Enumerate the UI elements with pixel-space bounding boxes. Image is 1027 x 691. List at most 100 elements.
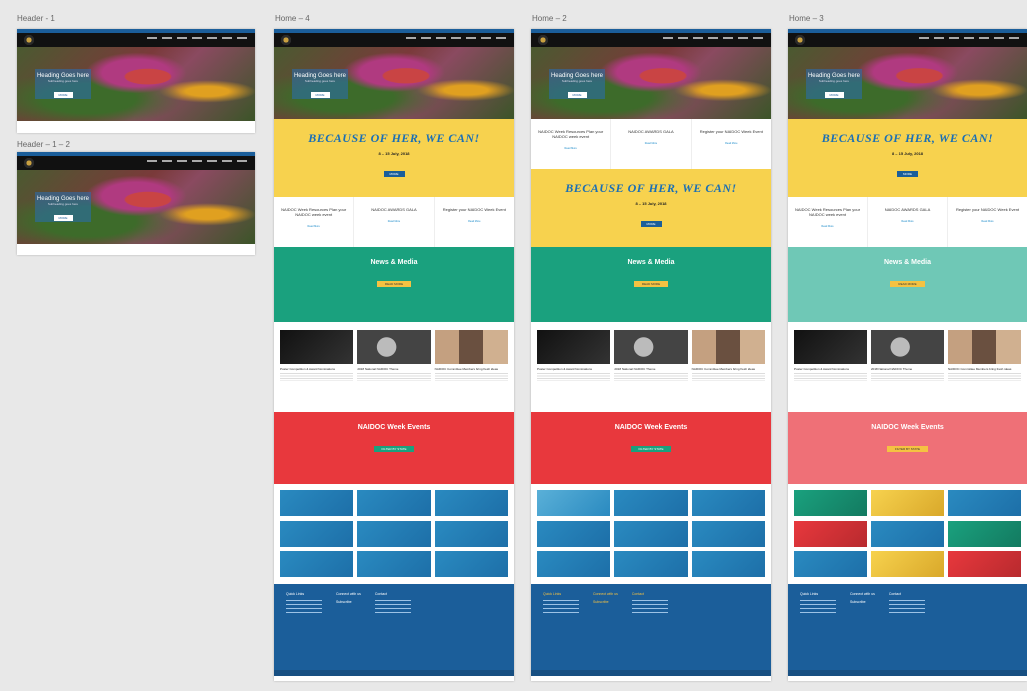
event-card[interactable]	[434, 551, 508, 578]
news-item-title: Poster Competition & Award Nominations	[794, 367, 849, 371]
event-card[interactable]	[948, 520, 1021, 547]
event-card[interactable]	[357, 490, 431, 516]
news-item[interactable]: NAIDOC Committee Members bring fresh ide…	[691, 330, 765, 406]
events-text	[334, 434, 454, 437]
filter-by-state-button[interactable]: FILTER BY STATE	[887, 446, 928, 452]
artboard-home-2[interactable]: Heading Goes here Subheading goes here M…	[531, 29, 771, 681]
event-card[interactable]	[357, 551, 431, 578]
hero-banner: Heading Goes here Subheading goes here M…	[531, 47, 771, 119]
theme-date: 8 – 15 July, 2018	[635, 201, 667, 206]
theme-text	[591, 209, 711, 212]
event-card[interactable]	[537, 520, 611, 547]
artboard-label-home-4: Home – 4	[275, 14, 310, 23]
hero-more-button[interactable]: MORE	[824, 92, 844, 98]
event-card[interactable]	[434, 520, 508, 547]
card[interactable]: NAIDOC Week Resources Plan your NAIDOC w…	[274, 197, 355, 247]
theme-more-button[interactable]: MORE	[897, 171, 918, 177]
hero-more-button[interactable]: MORE	[53, 92, 73, 98]
event-card[interactable]	[357, 520, 431, 547]
theme-more-button[interactable]: MORE	[640, 221, 662, 227]
card-link[interactable]: Read More	[535, 147, 606, 150]
hero-subtitle: Subheading goes here	[304, 79, 336, 83]
news-read-more-button[interactable]: READ MORE	[890, 281, 925, 287]
news-item[interactable]: Poster Competition & Award Nominations	[280, 330, 354, 406]
event-card[interactable]	[614, 490, 688, 516]
event-card[interactable]	[280, 490, 354, 516]
news-image	[434, 330, 508, 364]
event-card[interactable]	[691, 551, 765, 578]
footer-contact-heading: Contact	[888, 592, 901, 596]
news-read-more-button[interactable]: READ MORE	[376, 281, 412, 287]
event-card[interactable]	[614, 520, 688, 547]
card[interactable]: Register your NAIDOC Week Event Read More	[692, 119, 771, 169]
event-card[interactable]	[948, 551, 1021, 578]
hero-banner: Heading Goes here Subheading goes here M…	[788, 47, 1027, 119]
card-link[interactable]: Read More	[439, 220, 510, 223]
news-item[interactable]: 2018 National NAIDOC Theme	[614, 330, 688, 406]
footer-contact-heading: Contact	[631, 592, 644, 596]
theme-more-button[interactable]: MORE	[383, 171, 405, 177]
card-link[interactable]: Read More	[278, 225, 349, 228]
event-card[interactable]	[280, 551, 354, 578]
event-card[interactable]	[280, 520, 354, 547]
card-title: Register your NAIDOC Week Event	[442, 207, 506, 212]
card[interactable]: NAIDOC Week Resources Plan your NAIDOC w…	[788, 197, 868, 247]
card[interactable]: NAIDOC AWARDS GALA Read More	[868, 197, 948, 247]
hero-subtitle: Subheading goes here	[818, 79, 850, 83]
event-card[interactable]	[691, 520, 765, 547]
hero-more-button[interactable]: MORE	[310, 92, 330, 98]
hero-more-button[interactable]: MORE	[53, 215, 73, 221]
event-card[interactable]	[537, 551, 611, 578]
filter-by-state-button[interactable]: FILTER BY STATE	[373, 446, 415, 452]
card-link[interactable]: Read More	[358, 220, 429, 223]
artboard-home-3[interactable]: Heading Goes here Subheading goes here M…	[788, 29, 1027, 681]
news-item[interactable]: 2018 National NAIDOC Theme	[357, 330, 431, 406]
card-title: NAIDOC Week Resources Plan your NAIDOC w…	[281, 207, 347, 217]
card-link[interactable]: Read More	[872, 220, 943, 223]
event-card[interactable]	[871, 490, 944, 516]
card-link[interactable]: Read More	[615, 142, 686, 145]
footer-subscribe-heading: Subscribe	[850, 600, 866, 604]
news-item[interactable]: NAIDOC Committee Members bring fresh ide…	[948, 330, 1021, 406]
nav-links	[406, 37, 506, 39]
card-link[interactable]: Read More	[696, 142, 767, 145]
footer-bottom-bar	[274, 670, 514, 676]
card[interactable]: Register your NAIDOC Week Event Read More	[948, 197, 1027, 247]
news-item[interactable]: NAIDOC Committee Members bring fresh ide…	[434, 330, 508, 406]
event-card[interactable]	[871, 551, 944, 578]
artboard-header-1[interactable]: Heading Goes here Subheading goes here M…	[17, 29, 255, 133]
card[interactable]: Register your NAIDOC Week Event Read More	[435, 197, 514, 247]
news-item-title: 2018 National NAIDOC Theme	[357, 367, 399, 371]
event-card[interactable]	[794, 490, 867, 516]
news-list: Poster Competition & Award Nominations 2…	[531, 322, 771, 412]
card-link[interactable]: Read More	[792, 225, 863, 228]
artboard-header-1-2[interactable]: Heading Goes here Subheading goes here M…	[17, 152, 255, 255]
event-card[interactable]	[871, 520, 944, 547]
event-card[interactable]	[794, 551, 867, 578]
card[interactable]: NAIDOC AWARDS GALA Read More	[611, 119, 692, 169]
footer: Quick Links Connect with us Subscribe Con…	[788, 584, 1027, 676]
card[interactable]: NAIDOC Week Resources Plan your NAIDOC w…	[531, 119, 612, 169]
event-card[interactable]	[537, 490, 611, 516]
event-card[interactable]	[691, 490, 765, 516]
news-item[interactable]: Poster Competition & Award Nominations	[537, 330, 611, 406]
event-card[interactable]	[614, 551, 688, 578]
news-title: News & Media	[370, 259, 418, 266]
hero-more-button[interactable]: MORE	[567, 92, 587, 98]
filter-by-state-button[interactable]: FILTER BY STATE	[630, 446, 672, 452]
card[interactable]: NAIDOC AWARDS GALA Read More	[354, 197, 435, 247]
event-card[interactable]	[794, 520, 867, 547]
events-grid	[788, 484, 1027, 584]
card-link[interactable]: Read More	[952, 220, 1023, 223]
nav-bar	[274, 33, 514, 47]
event-card[interactable]	[948, 490, 1021, 516]
artboard-home-4[interactable]: Heading Goes here Subheading goes here M…	[274, 29, 514, 681]
card-title: NAIDOC AWARDS GALA	[628, 129, 674, 134]
event-card[interactable]	[434, 490, 508, 516]
news-item[interactable]: 2018 National NAIDOC Theme	[871, 330, 944, 406]
news-item[interactable]: Poster Competition & Award Nominations	[794, 330, 867, 406]
events-title: NAIDOC Week Events	[357, 424, 431, 431]
news-read-more-button[interactable]: READ MORE	[633, 281, 669, 287]
nav-bar	[788, 33, 1027, 47]
theme-banner: BECAUSE OF HER, WE CAN! 8 – 15 July, 201…	[788, 119, 1027, 197]
